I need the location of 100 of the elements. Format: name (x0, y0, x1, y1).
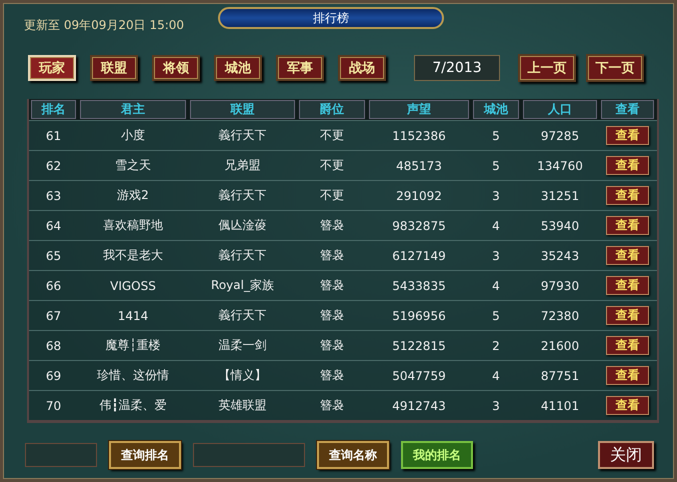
table-cell: 5 (492, 128, 500, 142)
table-cell: 簪袅 (320, 337, 344, 354)
table-cell: 21600 (540, 338, 580, 352)
table-cell: 4 (492, 218, 500, 232)
view-button[interactable]: 查看 (606, 366, 649, 385)
tab[interactable]: 联盟 (90, 55, 138, 81)
view-button[interactable]: 查看 (606, 276, 649, 295)
table-cell: 291092 (396, 188, 442, 202)
table-cell: 伟┇温柔、爱 (99, 397, 167, 414)
tab[interactable]: 城池 (214, 55, 262, 81)
search-button[interactable]: 查询名称 (317, 441, 389, 469)
column-header: 声望 (369, 100, 469, 119)
table-cell: 1152386 (392, 128, 446, 142)
table-cell: 簪袅 (320, 247, 344, 264)
table-cell: VIGOSS (110, 278, 156, 292)
table-cell: 5047759 (392, 368, 446, 382)
table-cell: 簪袅 (320, 217, 344, 234)
column-header: 城池 (473, 100, 519, 119)
view-button[interactable]: 查看 (606, 186, 649, 205)
table-cell: 97930 (540, 278, 580, 292)
table-cell: 9832875 (392, 218, 446, 232)
table-cell: 63 (46, 188, 62, 202)
column-header: 查看 (601, 100, 654, 119)
table-cell: 我不是老大 (103, 247, 163, 264)
view-button[interactable]: 查看 (606, 216, 649, 235)
tab[interactable]: 战场 (338, 55, 386, 81)
table-cell: 簪袅 (320, 307, 344, 324)
table-cell: 5 (492, 308, 500, 322)
table-cell: 2 (492, 338, 500, 352)
table-cell: Royal_家族 (211, 277, 274, 294)
table-cell: 72380 (540, 308, 580, 322)
table-cell: 4 (492, 368, 500, 382)
table-cell: 68 (46, 338, 62, 352)
table-cell: 5 (492, 158, 500, 172)
tab[interactable]: 玩家 (28, 55, 76, 81)
table-cell: 35243 (540, 248, 580, 262)
table-cell: 3 (492, 188, 500, 202)
view-button[interactable]: 查看 (606, 126, 649, 145)
table-cell: 3 (492, 398, 500, 412)
table-cell: 66 (46, 278, 62, 292)
table-cell: 4912743 (392, 398, 446, 412)
table-cell: 英雄联盟 (218, 397, 266, 414)
view-button[interactable]: 查看 (606, 246, 649, 265)
tab[interactable]: 将领 (152, 55, 200, 81)
table-cell: 義行天下 (218, 127, 266, 144)
table-cell: 珍惜、这份情 (97, 367, 169, 384)
tab[interactable]: 军事 (276, 55, 324, 81)
table-cell: 魔尊┆重楼 (105, 337, 161, 354)
table-cell: 游戏2 (117, 187, 149, 204)
table-cell: 70 (46, 398, 62, 412)
prev-page-button[interactable]: 上一页 (518, 54, 576, 82)
view-button[interactable]: 查看 (606, 336, 649, 355)
table-cell: 87751 (540, 368, 580, 382)
table-cell: 134760 (537, 158, 583, 172)
close-button[interactable]: 关闭 (598, 441, 654, 469)
table-cell: 485173 (396, 158, 442, 172)
update-time: 更新至 09年09月20日 15:00 (24, 16, 186, 34)
table-cell: 簪袅 (320, 397, 344, 414)
column-header: 排名 (31, 100, 76, 119)
table-cell: 【情义】 (218, 367, 266, 384)
table-cell: 兄弟盟 (224, 157, 260, 174)
table-cell: 5122815 (392, 338, 446, 352)
table-cell: 小度 (121, 127, 145, 144)
input-field[interactable] (193, 443, 305, 467)
table-cell: 不更 (320, 127, 344, 144)
view-button[interactable]: 查看 (606, 306, 649, 325)
table-cell: 62 (46, 158, 62, 172)
table-cell: 3 (492, 248, 500, 262)
table-cell: 5196956 (392, 308, 446, 322)
table-cell: 67 (46, 308, 62, 322)
table-cell: 5433835 (392, 278, 446, 292)
window-title: 排行榜 (218, 7, 444, 29)
input-field[interactable] (25, 443, 97, 467)
my-rank-button[interactable]: 我的排名 (401, 441, 473, 469)
table-cell: 義行天下 (218, 307, 266, 324)
column-header: 人口 (523, 100, 597, 119)
table-cell: 温柔一剑 (218, 337, 266, 354)
table-cell: 雪之天 (115, 157, 151, 174)
table-cell: 喜欢稿野地 (103, 217, 163, 234)
table-cell: 61 (46, 128, 62, 142)
table-cell: 31251 (540, 188, 580, 202)
column-header: 联盟 (190, 100, 295, 119)
table-cell: 64 (46, 218, 62, 232)
table-cell: 義行天下 (218, 187, 266, 204)
view-button[interactable]: 查看 (606, 156, 649, 175)
table-cell: 簪袅 (320, 277, 344, 294)
table-cell: 6127149 (392, 248, 446, 262)
column-header: 君主 (80, 100, 186, 119)
table-cell: 53940 (540, 218, 580, 232)
table-cell: 1414 (118, 308, 148, 322)
next-page-button[interactable]: 下一页 (586, 54, 644, 82)
table-cell: 69 (46, 368, 62, 382)
view-button[interactable]: 查看 (606, 396, 649, 415)
table-cell: 4 (492, 278, 500, 292)
column-header: 爵位 (299, 100, 365, 119)
table-cell: 義行天下 (218, 247, 266, 264)
table-cell: 97285 (540, 128, 580, 142)
search-button[interactable]: 查询排名 (109, 441, 181, 469)
table-cell: 偑亾淦葰 (218, 217, 266, 234)
table-cell: 不更 (320, 157, 344, 174)
